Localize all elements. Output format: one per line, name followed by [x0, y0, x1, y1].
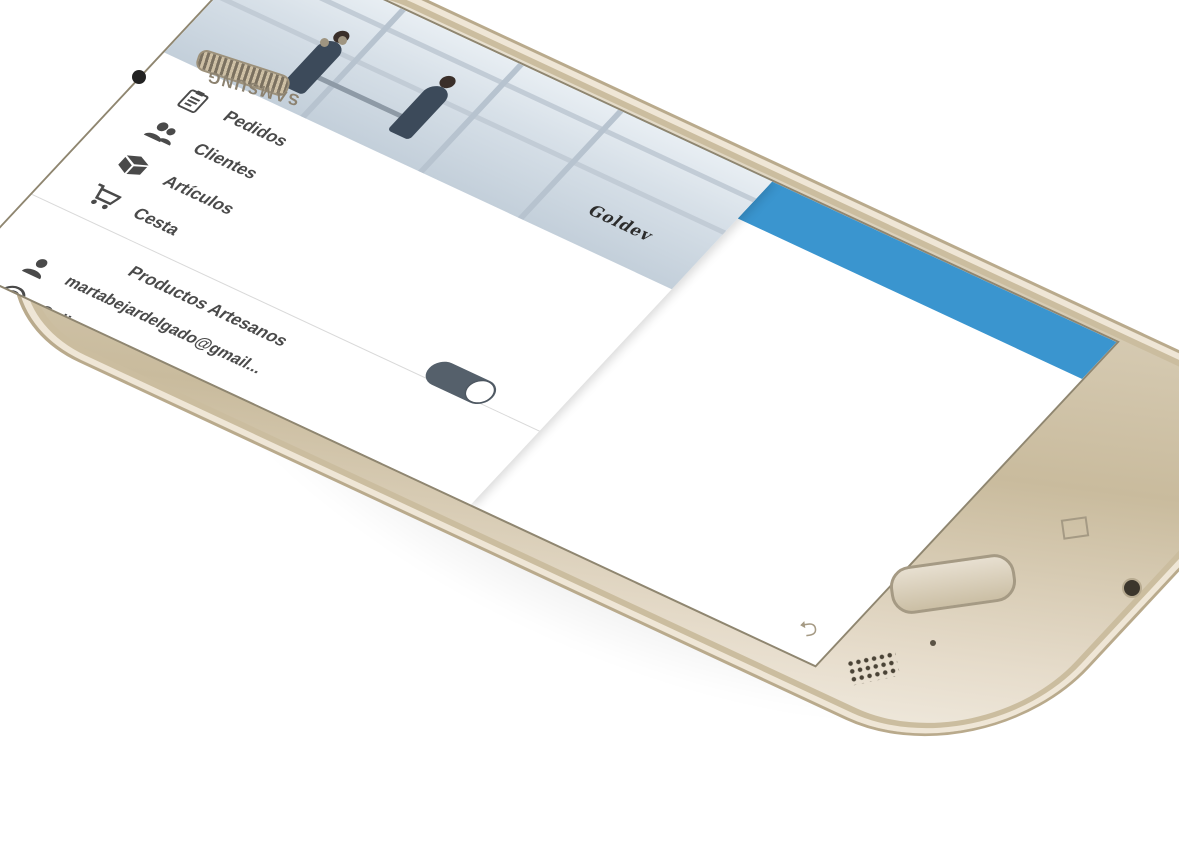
window-frame	[517, 109, 624, 220]
clipboard-list-icon	[169, 83, 218, 117]
brand-logo: Goldev	[583, 201, 659, 245]
front-camera	[132, 70, 146, 84]
microphone-port	[930, 640, 936, 646]
proximity-sensor	[320, 38, 329, 47]
recent-apps-key-icon[interactable]	[1060, 516, 1090, 540]
menu-item-label: Cesta	[128, 204, 185, 239]
light-sensor	[338, 36, 347, 45]
box-icon	[109, 148, 158, 182]
headphone-jack	[1122, 578, 1142, 598]
users-icon	[139, 116, 188, 150]
cart-icon	[79, 180, 128, 214]
navigation-drawer: Goldev Pedidos Clientes Artículos Cesta …	[0, 0, 773, 505]
window-frame	[417, 63, 524, 174]
